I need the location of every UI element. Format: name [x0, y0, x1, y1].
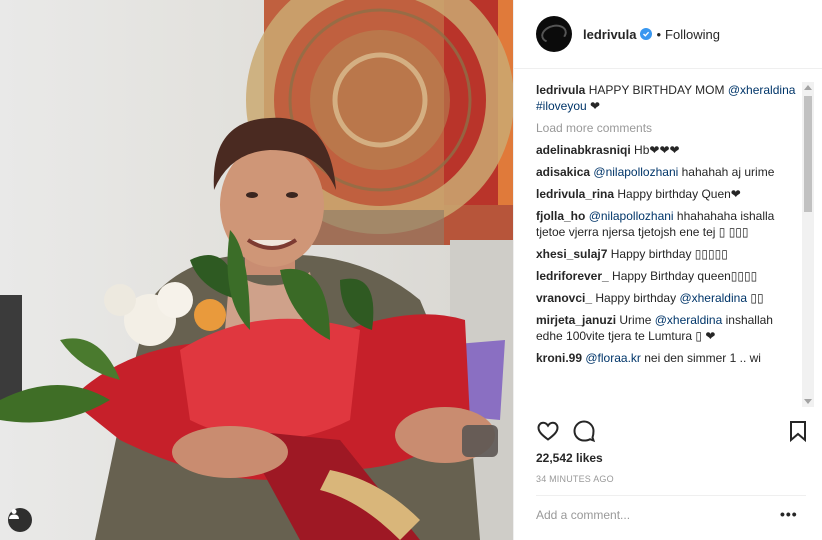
caption-username[interactable]: ledrivula: [536, 83, 585, 97]
post-photo[interactable]: [0, 0, 513, 540]
comment-text: Urime: [619, 313, 655, 327]
comment-rows: adelinabkrasniqi Hb❤❤❤ adisakica @nilapol…: [536, 142, 798, 366]
user-tag-icon[interactable]: [8, 508, 32, 532]
comment-mention[interactable]: @nilapollozhani: [593, 165, 678, 179]
comment-text: Happy birthday ▯▯▯▯▯: [610, 247, 728, 261]
comment-mention[interactable]: @xheraldina: [679, 291, 747, 305]
comment-text: nei den simmer 1 .. wi: [640, 351, 761, 365]
scroll-down-arrow[interactable]: [804, 399, 812, 404]
caption-text: HAPPY BIRTHDAY MOM: [588, 83, 725, 97]
comment-mention[interactable]: @floraa.kr: [585, 351, 641, 365]
caption-hashtag[interactable]: #iloveyou: [536, 99, 587, 113]
comment-username[interactable]: xhesi_sulaj7: [536, 247, 607, 261]
comment-text: Happy birthday: [595, 291, 680, 305]
comment-item: ledriforever_ Happy Birthday queen▯▯▯▯: [536, 268, 798, 284]
avatar[interactable]: [536, 16, 572, 52]
comment-icon[interactable]: [572, 419, 596, 443]
caption-heart: ❤: [590, 99, 601, 113]
comment-item: ledrivula_rina Happy birthday Quen❤: [536, 186, 798, 202]
comments-list: ledrivula HAPPY BIRTHDAY MOM @xheraldina…: [536, 82, 798, 407]
photo-illustration: [0, 0, 513, 540]
scroll-thumb[interactable]: [804, 96, 812, 212]
comment-item: xhesi_sulaj7 Happy birthday ▯▯▯▯▯: [536, 246, 798, 262]
comment-mention[interactable]: @xheraldina: [655, 313, 723, 327]
like-count[interactable]: 22,542 likes: [536, 451, 603, 465]
comment-username[interactable]: fjolla_ho: [536, 209, 585, 223]
post-details-panel: ledrivula • Following ledrivula HAPPY BI…: [513, 0, 822, 540]
comment-text: hahahah aj urime: [678, 165, 775, 179]
comment-item: adisakica @nilapollozhani hahahah aj uri…: [536, 164, 798, 180]
load-more-comments[interactable]: Load more comments: [536, 120, 798, 136]
add-comment-input[interactable]: Add a comment...: [536, 508, 630, 522]
comments-scrollbar[interactable]: [802, 82, 814, 407]
comment-username[interactable]: ledrivula_rina: [536, 187, 614, 201]
verified-badge-icon: [640, 28, 653, 40]
comment-text: Happy birthday Quen❤: [617, 187, 741, 201]
comment-username[interactable]: adelinabkrasniqi: [536, 143, 631, 157]
more-options-icon[interactable]: •••: [780, 506, 798, 522]
scroll-up-arrow[interactable]: [804, 85, 812, 90]
comment-mention[interactable]: @nilapollozhani: [589, 209, 674, 223]
heart-icon[interactable]: [536, 419, 560, 443]
comment-item: vranovci_ Happy birthday @xheraldina ▯▯: [536, 290, 798, 306]
post-actions: [536, 419, 806, 445]
comment-text: Hb❤❤❤: [634, 143, 680, 157]
header-username[interactable]: ledrivula: [583, 27, 636, 42]
caption-mention[interactable]: @xheraldina: [728, 83, 796, 97]
comment-item: fjolla_ho @nilapollozhani hhahahaha isha…: [536, 208, 798, 240]
post-timestamp[interactable]: 34 MINUTES AGO: [536, 474, 614, 484]
comment-item: adelinabkrasniqi Hb❤❤❤: [536, 142, 798, 158]
divider: [536, 495, 806, 496]
comment-username[interactable]: kroni.99: [536, 351, 582, 365]
comment-username[interactable]: vranovci_: [536, 291, 592, 305]
comment-text: Happy Birthday queen▯▯▯▯: [612, 269, 758, 283]
comment-item: kroni.99 @floraa.kr nei den simmer 1 .. …: [536, 350, 798, 366]
comment-text: ▯▯: [747, 291, 764, 305]
following-button[interactable]: Following: [665, 27, 720, 42]
bookmark-icon[interactable]: [786, 419, 810, 443]
caption: ledrivula HAPPY BIRTHDAY MOM @xheraldina…: [536, 82, 798, 114]
comment-username[interactable]: adisakica: [536, 165, 590, 179]
separator-dot: •: [656, 26, 662, 42]
comment-item: mirjeta_januzi Urime @xheraldina inshall…: [536, 312, 798, 344]
post-header: ledrivula • Following: [514, 0, 822, 69]
comment-username[interactable]: mirjeta_januzi: [536, 313, 616, 327]
comment-username[interactable]: ledriforever_: [536, 269, 609, 283]
